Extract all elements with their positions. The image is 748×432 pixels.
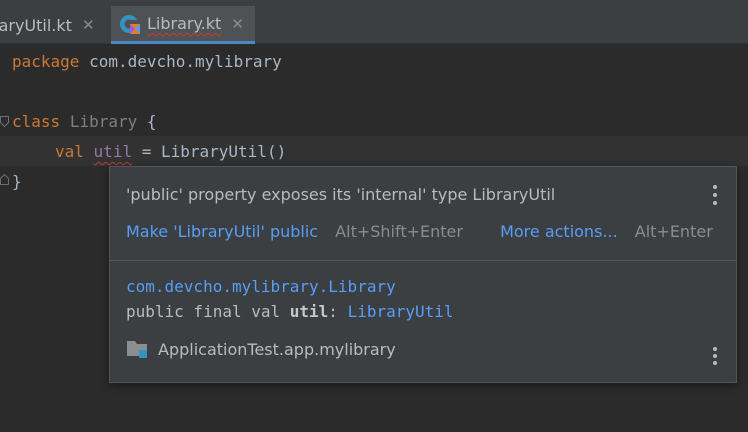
module-row: ApplicationTest.app.mylibrary	[126, 339, 396, 359]
val-keyword: val	[55, 142, 84, 161]
close-icon[interactable]: ✕	[82, 16, 95, 34]
package-keyword: package	[12, 52, 80, 71]
quick-fix-row: Make 'LibraryUtil' public Alt+Shift+Ente…	[126, 222, 713, 246]
popup-divider	[110, 260, 736, 261]
doc-fqname: com.devcho.mylibrary.Library	[126, 277, 396, 296]
code-line-close-brace: }	[12, 167, 22, 197]
close-icon[interactable]: ✕	[231, 15, 244, 33]
fqname-link[interactable]: com.devcho.mylibrary.Library	[126, 277, 396, 296]
fold-marker-icon[interactable]	[0, 116, 9, 127]
util-property[interactable]: util	[94, 142, 133, 161]
signature-name: util	[289, 302, 329, 321]
signature-separator: :	[328, 302, 348, 321]
editor-tab-bar: raryUtil.kt ✕ Library.kt ✕	[0, 0, 748, 44]
property-initializer: = LibraryUtil()	[132, 142, 287, 161]
kebab-menu-icon[interactable]	[712, 185, 718, 207]
inspection-message: 'public' property exposes its 'internal'…	[126, 185, 556, 204]
inspection-popup: 'public' property exposes its 'internal'…	[109, 166, 737, 383]
tab-label: raryUtil.kt	[0, 15, 72, 35]
kebab-menu-icon[interactable]	[712, 347, 718, 369]
open-brace: {	[137, 112, 157, 131]
make-public-action[interactable]: Make 'LibraryUtil' public	[126, 222, 318, 241]
module-folder-icon	[127, 341, 147, 358]
fold-end-marker-icon[interactable]	[0, 174, 9, 185]
more-actions-link[interactable]: More actions...	[500, 222, 618, 241]
kotlin-class-file-icon	[120, 14, 140, 34]
doc-signature: public final val util: LibraryUtil	[126, 302, 454, 321]
code-line-class: class Library {	[12, 107, 157, 137]
close-brace: }	[12, 172, 22, 191]
module-name: ApplicationTest.app.mylibrary	[158, 339, 396, 359]
class-keyword: class	[12, 112, 61, 131]
code-line-package: package com.devcho.mylibrary	[12, 47, 282, 77]
code-line-property: val util = LibraryUtil()	[55, 137, 286, 167]
package-name: com.devcho.mylibrary	[79, 52, 282, 71]
class-name: Library	[69, 112, 138, 131]
make-public-shortcut: Alt+Shift+Enter	[335, 222, 463, 241]
tab-library[interactable]: Library.kt ✕	[111, 6, 255, 44]
tab-label: Library.kt	[147, 14, 222, 33]
signature-modifiers: public final val	[126, 302, 290, 321]
signature-type-link[interactable]: LibraryUtil	[348, 302, 454, 321]
tab-libraryutil[interactable]: raryUtil.kt ✕	[0, 6, 106, 44]
more-actions-shortcut: Alt+Enter	[634, 222, 713, 241]
